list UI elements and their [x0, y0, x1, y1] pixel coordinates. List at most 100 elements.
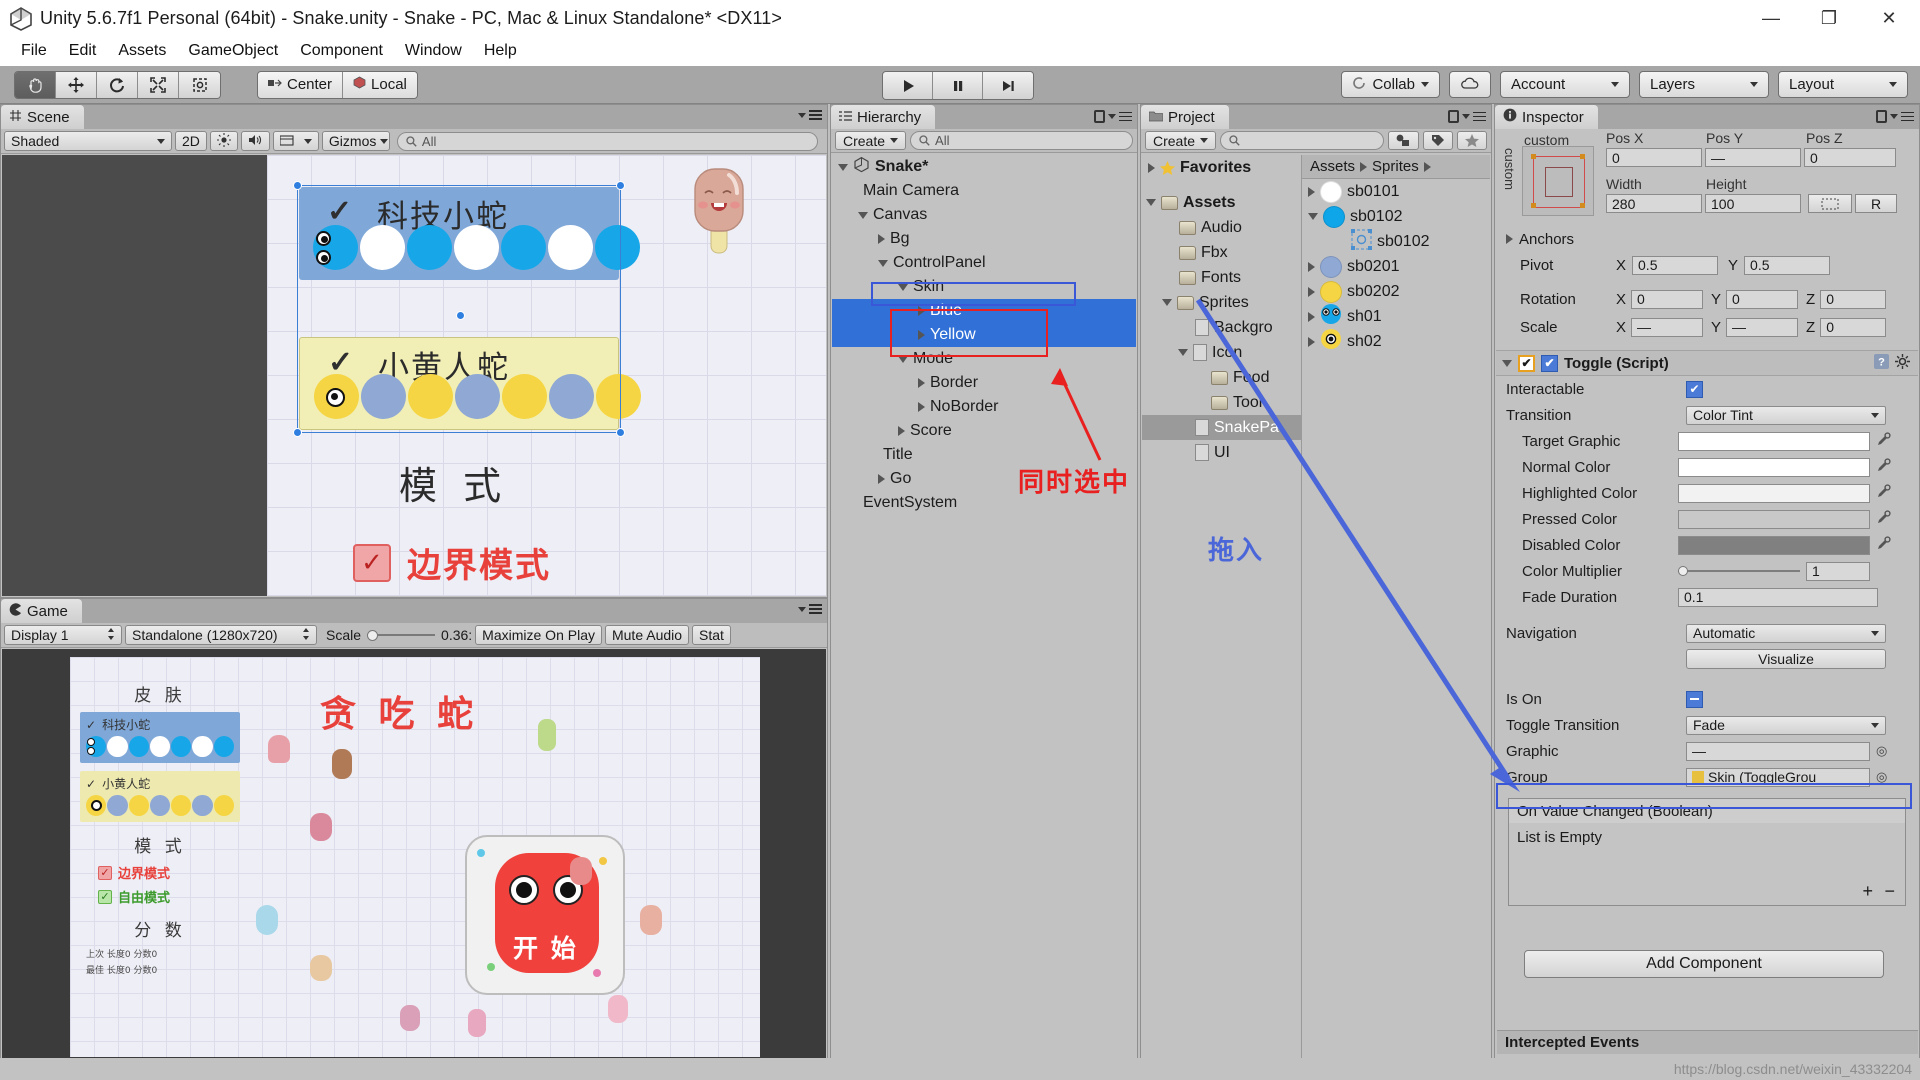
- disabled-color-swatch[interactable]: [1678, 535, 1870, 555]
- game-start-button[interactable]: 开 始: [465, 835, 625, 995]
- add-event-button[interactable]: +: [1862, 881, 1873, 902]
- project-folder-ui[interactable]: UI: [1142, 440, 1301, 465]
- hierarchy-item-main camera[interactable]: Main Camera: [832, 179, 1136, 203]
- scene-viewport[interactable]: ✓ 科技小蛇 ✓ 小黄人蛇 模 式 ✓ 边界模式: [2, 155, 826, 596]
- chevron-right-icon[interactable]: [1308, 286, 1315, 297]
- chevron-right-icon[interactable]: [878, 234, 885, 244]
- menu-component[interactable]: Component: [289, 40, 394, 62]
- game-skin-yellow[interactable]: ✓ 小黄人蛇: [80, 771, 240, 822]
- checkbox-free[interactable]: ✓: [98, 889, 112, 904]
- asset-row[interactable]: sb0201: [1302, 254, 1490, 279]
- hierarchy-item-snake[interactable]: Snake*: [832, 155, 1136, 179]
- asset-row[interactable]: sb0102: [1302, 204, 1490, 229]
- minimize-button[interactable]: —: [1742, 0, 1800, 36]
- scale-tool-button[interactable]: [138, 71, 179, 98]
- close-button[interactable]: ✕: [1858, 0, 1920, 36]
- resolution-dropdown[interactable]: Standalone (1280x720): [125, 625, 317, 645]
- filter-by-type-button[interactable]: [1388, 131, 1419, 150]
- inspector-body[interactable]: custom custom Pos X Pos Y Pos Z 0 — 0 Wi…: [1496, 130, 1918, 1078]
- color-multiplier-field[interactable]: 1: [1806, 561, 1870, 581]
- breadcrumb-assets[interactable]: Assets: [1310, 158, 1355, 175]
- mute-audio-button[interactable]: Mute Audio: [604, 625, 690, 645]
- play-button[interactable]: [883, 72, 933, 99]
- chevron-down-icon[interactable]: [838, 163, 848, 171]
- graphic-field[interactable]: —: [1686, 741, 1870, 761]
- add-component-button[interactable]: Add Component: [1524, 950, 1884, 978]
- project-folder-snakepa[interactable]: SnakePa: [1142, 415, 1301, 440]
- chevron-down-icon[interactable]: [898, 355, 908, 363]
- highlighted-color-swatch[interactable]: [1678, 483, 1870, 503]
- favorites-star-button[interactable]: [1457, 131, 1487, 150]
- chevron-right-icon[interactable]: [1308, 186, 1315, 197]
- is-on-checkbox[interactable]: [1686, 690, 1703, 708]
- intercepted-events-header[interactable]: Intercepted Events: [1497, 1030, 1918, 1054]
- project-folder-audio[interactable]: Audio: [1142, 215, 1301, 240]
- fade-duration-field[interactable]: 0.1: [1678, 587, 1878, 607]
- handle-space-button[interactable]: Local: [343, 71, 417, 98]
- hierarchy-item-border[interactable]: Border: [832, 371, 1136, 395]
- rot-y-field[interactable]: 0: [1726, 289, 1799, 309]
- chevron-down-icon[interactable]: [898, 283, 908, 291]
- 2d-toggle-button[interactable]: 2D: [175, 131, 207, 151]
- collab-button[interactable]: Collab: [1341, 71, 1440, 98]
- asset-row[interactable]: sb0202: [1302, 279, 1490, 304]
- lock-icon[interactable]: [1448, 110, 1459, 123]
- filter-by-label-button[interactable]: [1423, 131, 1453, 150]
- chevron-right-icon[interactable]: [918, 330, 925, 340]
- gizmos-dropdown[interactable]: Gizmos: [321, 131, 390, 151]
- toggle-transition-dropdown[interactable]: Fade: [1686, 715, 1886, 735]
- chevron-right-icon[interactable]: [918, 378, 925, 388]
- pause-button[interactable]: [933, 72, 983, 99]
- project-folder-sprites[interactable]: Sprites: [1142, 290, 1301, 315]
- menu-gameobject[interactable]: GameObject: [177, 40, 289, 62]
- project-asset-list[interactable]: sb0101 sb0102 sb0102 sb0201 sb0202 sh01 sh02: [1302, 179, 1490, 354]
- chevron-right-icon[interactable]: [898, 426, 905, 436]
- color-multiplier-slider[interactable]: [1678, 563, 1800, 579]
- hierarchy-tree[interactable]: Snake* Main Camera Canvas Bg ControlPanel Ski…: [832, 155, 1136, 1078]
- game-mode-border[interactable]: ✓ 边界模式: [98, 863, 240, 882]
- hierarchy-create-button[interactable]: Create: [835, 131, 907, 150]
- project-tree-column[interactable]: Favorites Assets Audio Fbx Fonts Sprites Back…: [1142, 155, 1302, 1078]
- game-viewport[interactable]: 贪 吃 蛇 皮 肤 ✓ 科技小蛇 ✓ 小黄人蛇 模 式 ✓ 边界模式 ✓ 自由模…: [2, 649, 826, 1078]
- asset-row[interactable]: sb0102: [1302, 228, 1490, 254]
- inspector-panel-menu[interactable]: [1876, 110, 1914, 123]
- eyedropper-icon[interactable]: [1876, 431, 1891, 451]
- lock-icon[interactable]: [1094, 110, 1105, 123]
- object-picker-icon[interactable]: ◎: [1876, 743, 1887, 759]
- pivot-y-field[interactable]: 0.5: [1744, 255, 1831, 275]
- toggle-component-header[interactable]: ✔ ✔ Toggle (Script) ?: [1496, 350, 1918, 376]
- toggle-enabled-checkbox[interactable]: ✔: [1518, 354, 1535, 372]
- lighting-toggle-button[interactable]: [209, 131, 238, 151]
- pos-z-field[interactable]: 0: [1804, 148, 1896, 167]
- tab-project[interactable]: Project: [1141, 105, 1229, 129]
- game-mode-free[interactable]: ✓ 自由模式: [98, 887, 240, 906]
- chevron-right-icon[interactable]: [878, 474, 885, 484]
- project-folder-food[interactable]: Food: [1142, 365, 1301, 390]
- height-field[interactable]: 100: [1705, 194, 1801, 213]
- tab-scene[interactable]: Scene: [1, 105, 84, 129]
- hierarchy-item-skin[interactable]: Skin: [832, 275, 1136, 299]
- cloud-button[interactable]: [1449, 71, 1491, 98]
- menu-window[interactable]: Window: [394, 40, 473, 62]
- scene-panel-menu[interactable]: [798, 110, 822, 120]
- chevron-right-icon[interactable]: [918, 402, 925, 412]
- project-folder-fonts[interactable]: Fonts: [1142, 265, 1301, 290]
- navigation-dropdown[interactable]: Automatic: [1686, 623, 1886, 643]
- chevron-right-icon[interactable]: [1308, 311, 1315, 322]
- project-panel-menu[interactable]: [1448, 110, 1486, 123]
- maximize-on-play-button[interactable]: Maximize On Play: [475, 625, 602, 645]
- rot-x-field[interactable]: 0: [1631, 289, 1704, 309]
- hierarchy-item-go[interactable]: Go: [832, 467, 1136, 491]
- project-folder-icon[interactable]: Icon: [1142, 340, 1301, 365]
- hierarchy-item-blue[interactable]: Blue: [832, 299, 1136, 323]
- anchors-row[interactable]: Anchors: [1496, 226, 1574, 252]
- hierarchy-item-yellow[interactable]: Yellow: [832, 323, 1136, 347]
- project-favorites-row[interactable]: Favorites: [1142, 155, 1301, 180]
- hierarchy-item-score[interactable]: Score: [832, 419, 1136, 443]
- project-search-input[interactable]: [1220, 131, 1384, 150]
- hierarchy-item-bg[interactable]: Bg: [832, 227, 1136, 251]
- eyedropper-icon[interactable]: [1876, 535, 1891, 555]
- game-panel-menu[interactable]: [798, 604, 822, 614]
- chevron-down-icon[interactable]: [878, 259, 888, 267]
- effects-dropdown[interactable]: [272, 131, 319, 151]
